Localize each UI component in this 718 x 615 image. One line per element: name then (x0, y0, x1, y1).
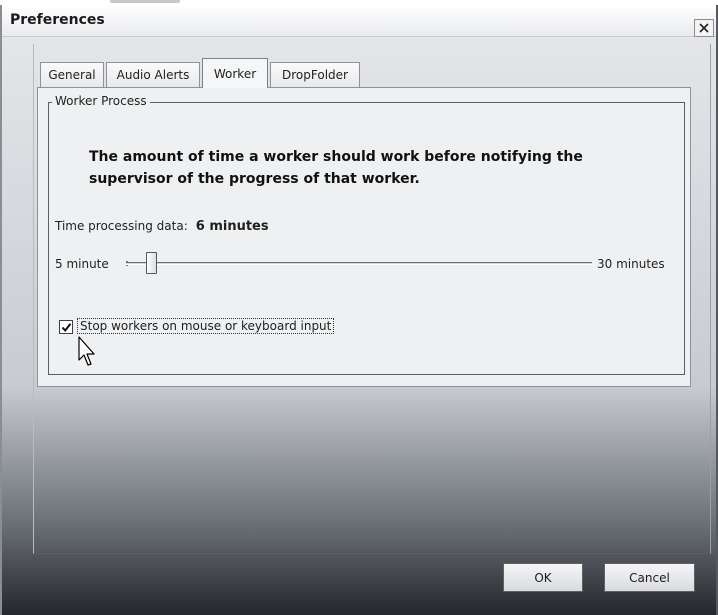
close-icon (699, 23, 709, 33)
tab-audio-alerts[interactable]: Audio Alerts (106, 62, 200, 87)
slider-min-label: 5 minute (55, 257, 109, 271)
ok-label: OK (534, 570, 552, 585)
clipped-fragment (110, 0, 180, 3)
ok-button[interactable]: OK (503, 563, 583, 592)
tab-general[interactable]: General (40, 62, 104, 87)
time-processing-row: Time processing data: 6 minutes (55, 219, 269, 234)
tab-dropfolder[interactable]: DropFolder (270, 62, 360, 87)
tab-worker[interactable]: Worker (202, 58, 268, 88)
tab-label: DropFolder (282, 68, 348, 82)
worker-process-group (48, 102, 685, 375)
group-label: Worker Process (52, 94, 150, 108)
cancel-button[interactable]: Cancel (604, 563, 695, 592)
close-button[interactable] (694, 19, 714, 37)
tab-label: General (48, 68, 96, 82)
check-icon (61, 322, 71, 332)
tab-label: Worker (213, 66, 257, 81)
stop-workers-label[interactable]: Stop workers on mouse or keyboard input (77, 318, 335, 334)
title-bar: Preferences (2, 5, 716, 37)
tab-label: Audio Alerts (116, 68, 190, 82)
stop-workers-checkbox[interactable] (59, 320, 73, 334)
window-title: Preferences (10, 12, 105, 28)
time-slider-track[interactable] (126, 262, 592, 265)
time-processing-value: 6 minutes (195, 219, 269, 234)
cancel-label: Cancel (629, 570, 670, 585)
time-slider-thumb[interactable] (146, 252, 158, 274)
slider-max-label: 30 minutes (597, 257, 665, 271)
worker-description: The amount of time a worker should work … (89, 149, 583, 187)
mouse-pointer-icon (78, 336, 95, 366)
time-processing-label: Time processing data: (55, 219, 188, 233)
